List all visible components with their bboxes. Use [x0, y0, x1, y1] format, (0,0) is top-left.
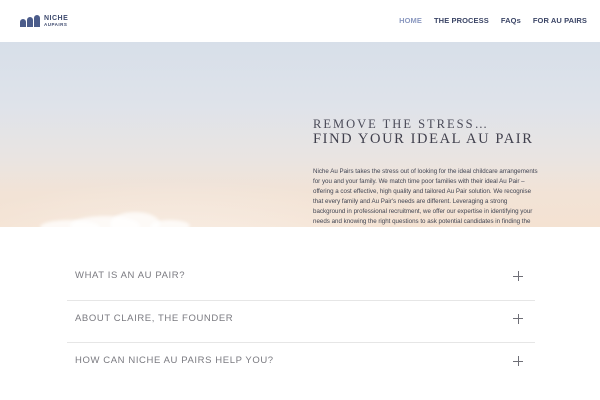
hero-banner: REMOVE THE STRESS… FIND YOUR IDEAL AU PA… [0, 42, 600, 227]
logo-line-2: AUPAIRS [44, 22, 68, 27]
nav-item-for-au-pairs[interactable]: FOR AU PAIRS [533, 16, 587, 25]
plus-icon[interactable] [513, 313, 523, 324]
accordion-title: WHAT IS AN AU PAIR? [75, 270, 186, 281]
nav-item-home[interactable]: HOME [399, 16, 422, 25]
accordion-item-how-can-help[interactable]: HOW CAN NICHE AU PAIRS HELP YOU? [67, 343, 535, 386]
site-header: NICHE AUPAIRS HOME THE PROCESS FAQs FOR … [0, 0, 600, 42]
main-nav: HOME THE PROCESS FAQs FOR AU PAIRS [399, 16, 587, 25]
cloud-decoration [40, 220, 100, 227]
nav-item-the-process[interactable]: THE PROCESS [434, 16, 489, 25]
nav-item-faqs[interactable]: FAQs [501, 16, 521, 25]
accordion-item-what-is-au-pair[interactable]: WHAT IS AN AU PAIR? [67, 258, 535, 301]
cloud-decoration [150, 220, 190, 227]
hero-title-line-1: REMOVE THE STRESS… [313, 117, 490, 131]
plus-icon[interactable] [513, 356, 523, 366]
faq-accordion: WHAT IS AN AU PAIR? ABOUT CLAIRE, THE FO… [67, 258, 535, 386]
logo-wordmark: NICHE AUPAIRS [44, 15, 68, 28]
hero-title-line-2: FIND YOUR IDEAL AU PAIR [313, 131, 534, 147]
hero-description: Niche Au Pairs takes the stress out of l… [313, 168, 538, 225]
accordion-item-about-claire[interactable]: ABOUT CLAIRE, THE FOUNDER [67, 301, 535, 343]
logo-line-1: NICHE [44, 15, 69, 22]
site-logo[interactable]: NICHE AUPAIRS [20, 15, 68, 28]
niche-aupairs-logo-icon [20, 15, 40, 28]
accordion-title: ABOUT CLAIRE, THE FOUNDER [75, 312, 234, 324]
plus-icon[interactable] [513, 271, 523, 281]
accordion-title: HOW CAN NICHE AU PAIRS HELP YOU? [75, 355, 274, 366]
